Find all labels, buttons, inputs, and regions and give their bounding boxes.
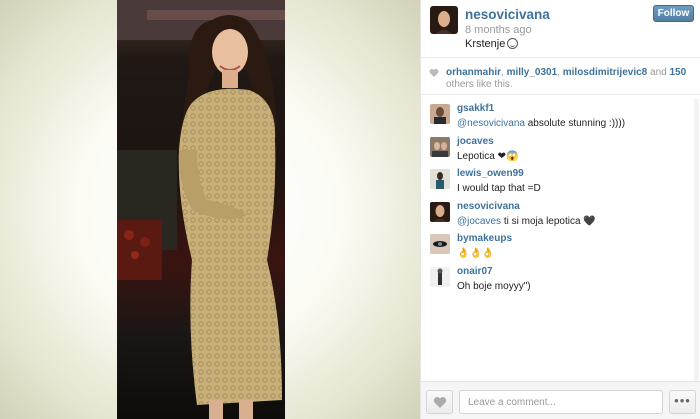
like-button[interactable] bbox=[426, 390, 453, 414]
commenter-username[interactable]: gsakkf1 bbox=[457, 103, 494, 114]
commenter-avatar[interactable] bbox=[430, 136, 450, 157]
author-avatar[interactable] bbox=[430, 6, 458, 34]
liker-link[interactable]: orhanmahir bbox=[446, 67, 501, 78]
heart-icon bbox=[433, 397, 447, 408]
commenter-username[interactable]: onair07 bbox=[457, 266, 493, 277]
comment-item: bymakeups 👌👌👌 bbox=[421, 229, 691, 262]
follow-button[interactable]: Follow bbox=[653, 5, 694, 22]
comment-item: jocaves Lepotica ❤😱 bbox=[421, 132, 691, 165]
commenter-username[interactable]: jocaves bbox=[457, 136, 494, 147]
photo-area bbox=[0, 0, 420, 419]
photo-illustration bbox=[117, 0, 285, 419]
comment-text: @nesovicivana absolute stunning :)))) bbox=[457, 118, 625, 129]
heart-icon bbox=[429, 69, 439, 77]
liker-link[interactable]: milosdimitrijevic8 bbox=[563, 67, 647, 78]
post-details-panel: nesovicivana 8 months ago Krstenje Follo… bbox=[420, 0, 700, 419]
commenter-username[interactable]: bymakeups bbox=[457, 233, 512, 244]
avatar-image bbox=[430, 6, 458, 34]
comment-text: I would tap that =D bbox=[457, 183, 541, 194]
likes-summary: orhanmahir, milly_0301, milosdimitrijevi… bbox=[421, 58, 700, 95]
comment-text: Lepotica ❤😱 bbox=[457, 151, 518, 162]
comment-input[interactable] bbox=[459, 390, 663, 414]
comments-list: gsakkf1 @nesovicivana absolute stunning … bbox=[421, 99, 691, 381]
commenter-avatar[interactable] bbox=[430, 234, 450, 254]
post-photo[interactable] bbox=[117, 0, 285, 419]
comment-item: gsakkf1 @nesovicivana absolute stunning … bbox=[421, 99, 691, 132]
comment-body: 👌👌👌 bbox=[457, 248, 495, 259]
likes-count[interactable]: 150 bbox=[669, 67, 686, 78]
likes-others-text: others like this. bbox=[446, 79, 513, 90]
comment-body: absolute stunning :)))) bbox=[524, 118, 626, 129]
comments-scrollbar[interactable] bbox=[694, 99, 699, 381]
avatar-image bbox=[430, 169, 450, 189]
comment-body: I would tap that =D bbox=[457, 183, 541, 194]
comment-item: nesovicivana @jocaves ti si moja lepotic… bbox=[421, 197, 691, 230]
avatar-image bbox=[430, 266, 450, 287]
ellipsis-icon: ••• bbox=[674, 393, 691, 408]
avatar-image bbox=[430, 136, 450, 157]
comment-item: lewis_owen99 I would tap that =D bbox=[421, 164, 691, 197]
post-caption: Krstenje bbox=[465, 38, 519, 50]
commenter-username[interactable]: nesovicivana bbox=[457, 201, 520, 212]
avatar-image bbox=[430, 201, 450, 222]
commenter-username[interactable]: lewis_owen99 bbox=[457, 168, 524, 179]
comment-body: Lepotica ❤😱 bbox=[457, 150, 519, 162]
commenter-avatar[interactable] bbox=[430, 201, 450, 222]
commenter-avatar[interactable] bbox=[430, 169, 450, 189]
comment-text: Oh boje moyyy") bbox=[457, 281, 531, 292]
comment-body: ti si moja lepotica 🖤 bbox=[501, 215, 596, 227]
caption-text: Krstenje bbox=[465, 38, 506, 50]
commenter-avatar[interactable] bbox=[430, 266, 450, 287]
comment-mention[interactable]: @nesovicivana bbox=[457, 118, 525, 129]
post-timestamp: 8 months ago bbox=[465, 24, 532, 36]
comment-item: onair07 Oh boje moyyy") bbox=[421, 262, 691, 295]
comment-body: Oh boje moyyy") bbox=[457, 280, 531, 292]
commenter-avatar[interactable] bbox=[430, 104, 450, 124]
more-options-button[interactable]: ••• bbox=[669, 390, 696, 414]
author-username[interactable]: nesovicivana bbox=[465, 7, 550, 22]
comment-footer: ••• bbox=[421, 381, 700, 419]
post-header: nesovicivana 8 months ago Krstenje Follo… bbox=[421, 0, 700, 58]
smiley-icon bbox=[507, 38, 519, 49]
liker-link[interactable]: milly_0301 bbox=[507, 67, 558, 78]
avatar-image bbox=[430, 234, 450, 254]
comment-text: 👌👌👌 bbox=[457, 248, 494, 259]
likes-and-text: and bbox=[650, 67, 667, 78]
comment-mention[interactable]: @jocaves bbox=[457, 216, 501, 227]
avatar-image bbox=[430, 104, 450, 124]
comment-text: @jocaves ti si moja lepotica 🖤 bbox=[457, 216, 596, 227]
